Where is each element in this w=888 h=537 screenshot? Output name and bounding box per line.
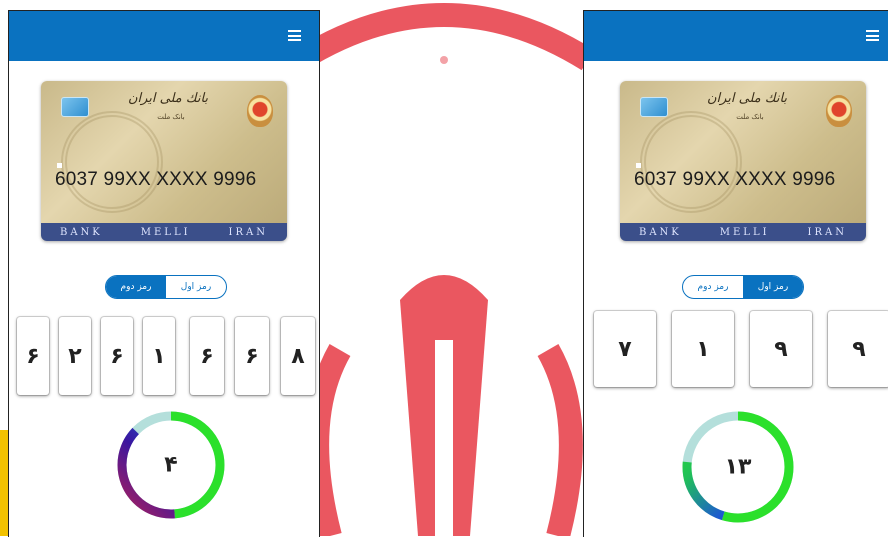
phone-screen-left: بانك ملی ایران بانک ملت 6037 99XX XXXX 9…: [8, 10, 320, 537]
tab-first-password[interactable]: رمز اول: [166, 276, 226, 298]
strip-word: IRAN: [228, 226, 268, 238]
card-fingerprint-pattern: [61, 111, 163, 213]
otp-digit-key[interactable]: ۹: [750, 311, 812, 387]
bank-card: بانك ملی ایران بانک ملت 6037 99XX XXXX 9…: [41, 81, 287, 241]
tab-first-password[interactable]: رمز اول: [743, 276, 803, 298]
otp-digit-key[interactable]: ۶: [101, 317, 133, 395]
card-bank-name: بانك ملی ایران: [706, 91, 788, 106]
otp-digit-row: ۷ ۱ ۹ ۹: [584, 307, 888, 397]
password-type-toggle: رمز دوم رمز اول: [105, 275, 227, 299]
card-mark-icon: [636, 163, 641, 168]
card-bank-strip: BANK MELLI IRAN: [620, 223, 866, 241]
timer-value: ۴: [164, 452, 178, 478]
otp-digit-key[interactable]: ۸: [281, 317, 315, 395]
otp-digit-key[interactable]: ۶: [235, 317, 269, 395]
tab-second-password[interactable]: رمز دوم: [106, 276, 166, 298]
countdown-timer: ۴: [111, 405, 231, 525]
card-number: 6037 99XX XXXX 9996: [55, 169, 257, 190]
hamburger-menu-icon[interactable]: [866, 30, 879, 41]
card-bank-strip: BANK MELLI IRAN: [41, 223, 287, 241]
timer-value: ۱۳: [724, 454, 752, 480]
otp-digit-row: ۶ ۲ ۶ ۱ ۶ ۶ ۸: [9, 307, 319, 397]
card-bank-subtitle: بانک ملت: [736, 113, 764, 121]
strip-word: BANK: [59, 226, 103, 238]
bank-card: بانك ملی ایران بانک ملت 6037 99XX XXXX 9…: [620, 81, 866, 241]
card-bank-name: بانك ملی ایران: [127, 91, 209, 106]
bank-logo-icon: [247, 95, 273, 127]
bank-logo-icon: [826, 95, 852, 127]
otp-digit-key[interactable]: ۶: [17, 317, 49, 395]
otp-digit-key[interactable]: ۲: [59, 317, 91, 395]
phone-screen-right: بانك ملی ایران بانک ملت 6037 99XX XXXX 9…: [583, 10, 888, 537]
card-bank-subtitle: بانک ملت: [157, 113, 185, 121]
app-bar: [584, 11, 888, 61]
tab-second-password[interactable]: رمز دوم: [683, 276, 743, 298]
otp-digit-key[interactable]: ۶: [190, 317, 224, 395]
hamburger-menu-icon[interactable]: [288, 30, 301, 41]
strip-word: BANK: [638, 226, 682, 238]
strip-word: MELLI: [719, 226, 770, 238]
card-chip-icon: [61, 97, 89, 117]
otp-digit-key[interactable]: ۱: [672, 311, 734, 387]
otp-digit-key[interactable]: ۷: [594, 311, 656, 387]
card-chip-icon: [640, 97, 668, 117]
countdown-timer: ۱۳: [676, 405, 800, 529]
password-type-toggle: رمز دوم رمز اول: [682, 275, 804, 299]
strip-word: IRAN: [807, 226, 847, 238]
card-fingerprint-pattern: [640, 111, 742, 213]
strip-word: MELLI: [140, 226, 191, 238]
otp-digit-key[interactable]: ۹: [828, 311, 888, 387]
card-number: 6037 99XX XXXX 9996: [634, 169, 836, 190]
app-bar: [9, 11, 319, 61]
otp-digit-key[interactable]: ۱: [143, 317, 175, 395]
card-mark-icon: [57, 163, 62, 168]
